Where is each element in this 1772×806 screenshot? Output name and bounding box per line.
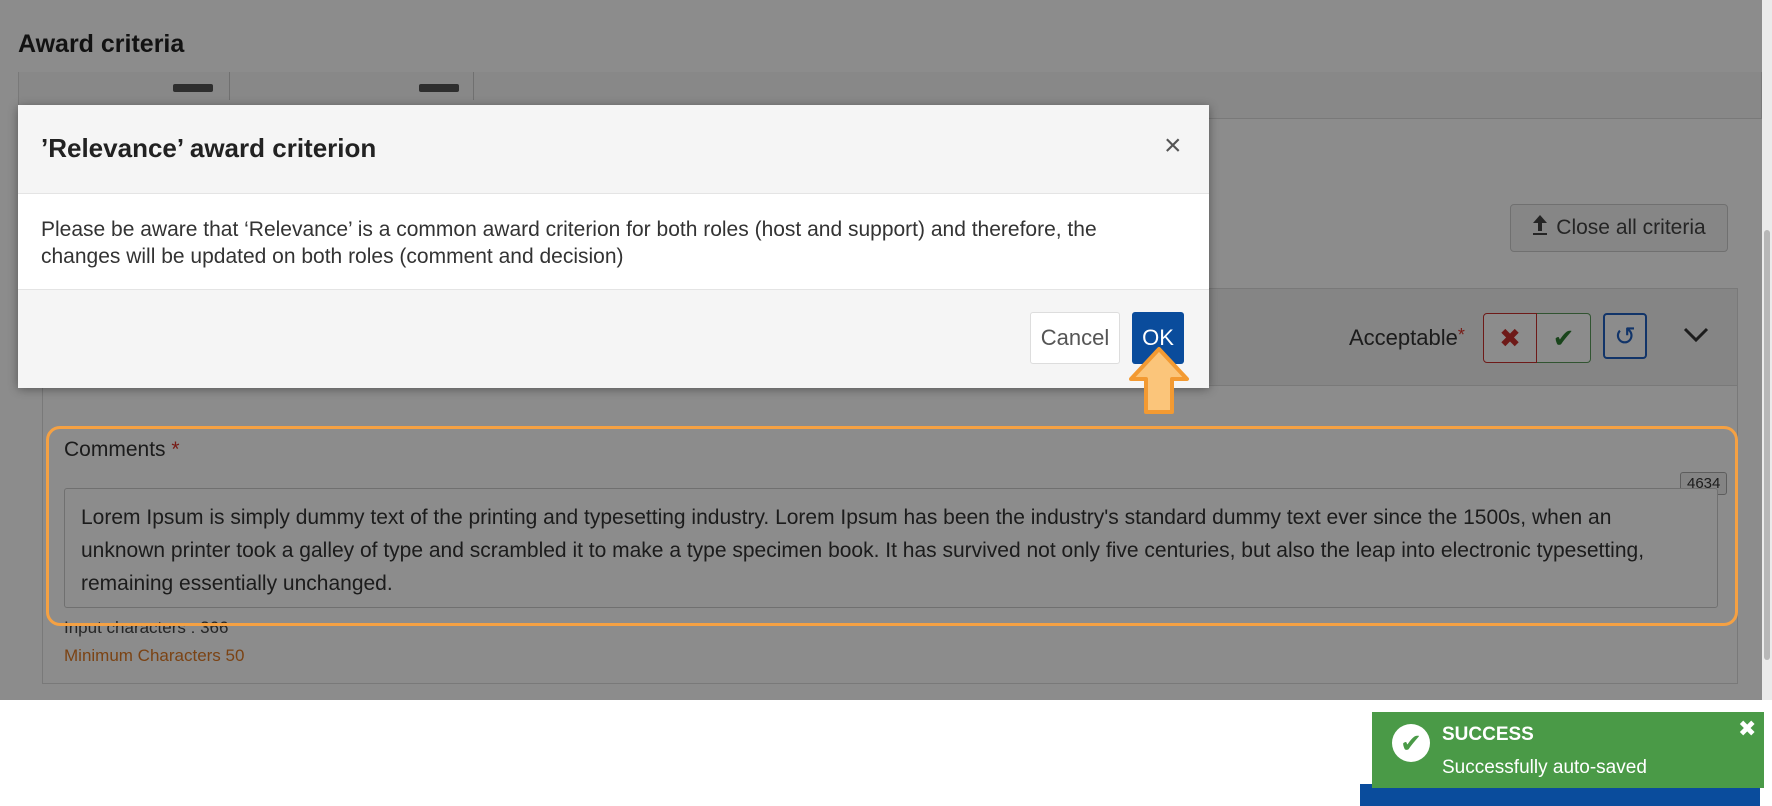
cancel-button[interactable]: Cancel [1030,312,1120,364]
success-toast: ✔ SUCCESS Successfully auto-saved ✖ [1372,712,1764,788]
comments-highlight-frame [46,426,1738,626]
toast-title: SUCCESS [1442,724,1534,745]
relevance-confirm-dialog: ’Relevance’ award criterion × Please be … [18,105,1209,388]
toast-message: Successfully auto-saved [1442,757,1647,778]
close-icon[interactable]: ✖ [1738,716,1756,742]
close-icon[interactable]: × [1164,131,1182,161]
check-circle-icon: ✔ [1392,724,1430,762]
modal-message: Please be aware that ‘Relevance’ is a co… [41,218,1097,268]
modal-footer: Cancel OK [18,289,1209,388]
pointer-arrow-icon [1128,346,1190,421]
modal-body: Please be aware that ‘Relevance’ is a co… [18,194,1209,290]
modal-title: ’Relevance’ award criterion [41,133,377,163]
modal-header: ’Relevance’ award criterion × [18,105,1209,194]
scrollbar-thumb[interactable] [1764,230,1770,660]
